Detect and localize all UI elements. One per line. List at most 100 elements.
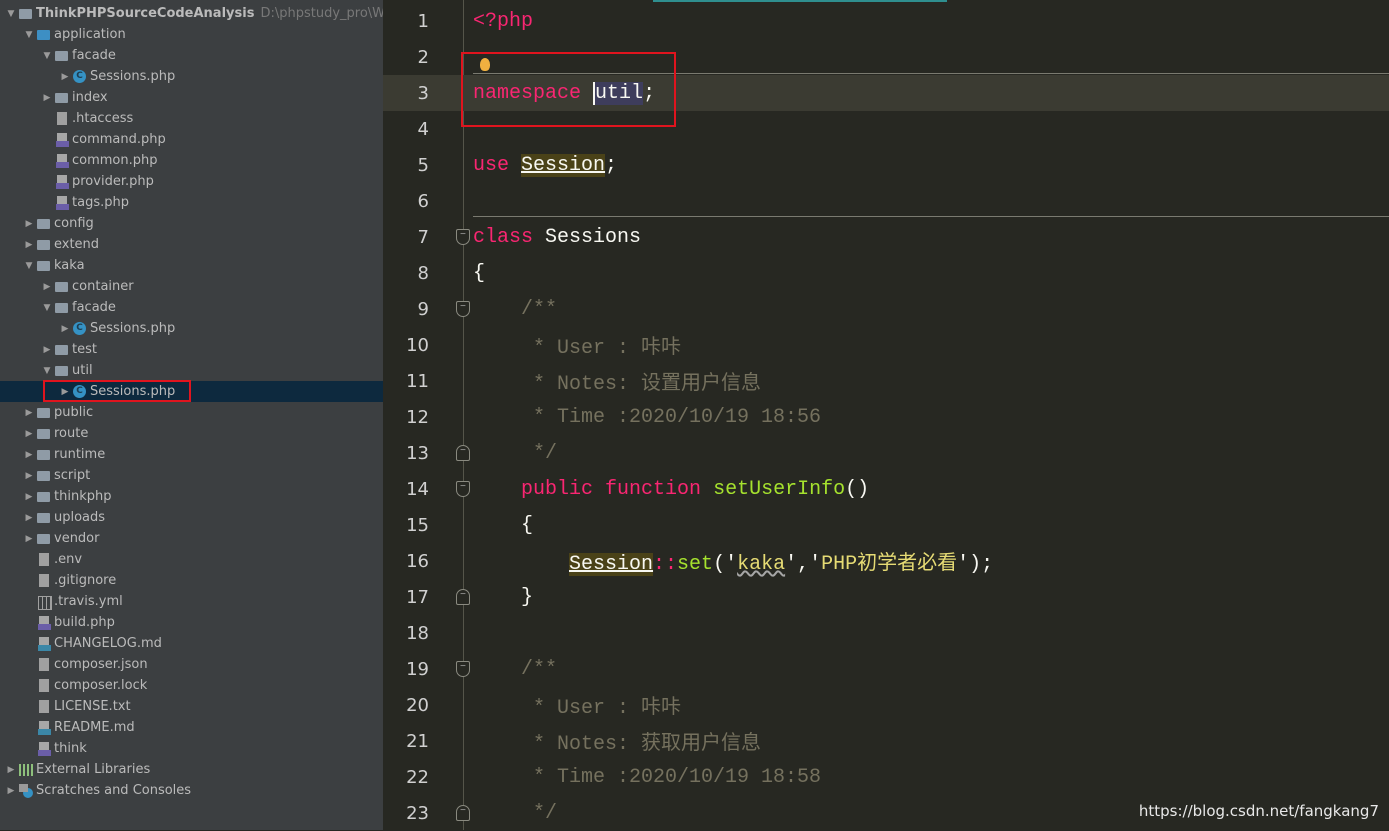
chevron-right-icon[interactable]: ▶ xyxy=(58,66,72,87)
chevron-right-icon[interactable]: ▶ xyxy=(58,318,72,339)
chevron-down-icon[interactable]: ▼ xyxy=(40,360,54,381)
tree-item[interactable]: ▼ application xyxy=(0,24,383,45)
fold-marker-icon[interactable]: − xyxy=(456,301,470,317)
code-line[interactable]: 18 xyxy=(383,615,1389,651)
line-number: 20 xyxy=(406,694,429,716)
code-line[interactable]: 6 xyxy=(383,183,1389,219)
tree-item[interactable]: ▶ runtime xyxy=(0,444,383,465)
chevron-right-icon[interactable]: ▶ xyxy=(22,486,36,507)
chevron-right-icon[interactable]: ▶ xyxy=(22,465,36,486)
tree-item-label: runtime xyxy=(54,447,106,462)
tree-item[interactable]: common.php xyxy=(0,150,383,171)
chevron-right-icon[interactable]: ▶ xyxy=(4,780,18,801)
tree-item[interactable]: ▼ util xyxy=(0,360,383,381)
tree-item-label: LICENSE.txt xyxy=(54,699,131,714)
tree-item[interactable]: ▼ kaka xyxy=(0,255,383,276)
tree-item[interactable]: ▶ script xyxy=(0,465,383,486)
code-line[interactable]: 21 * Notes: 获取用户信息 xyxy=(383,723,1389,759)
chevron-right-icon[interactable]: ▶ xyxy=(40,339,54,360)
chevron-right-icon[interactable]: ▶ xyxy=(22,423,36,444)
php-file-icon xyxy=(54,153,70,168)
code-line[interactable]: 19 /** − xyxy=(383,651,1389,687)
fold-marker-icon[interactable]: − xyxy=(456,229,470,245)
tree-item[interactable]: ▶ Scratches and Consoles xyxy=(0,780,383,801)
chevron-right-icon[interactable]: ▶ xyxy=(40,276,54,297)
tree-item[interactable]: ▶ External Libraries xyxy=(0,759,383,780)
code-line[interactable]: 14 public function setUserInfo() − xyxy=(383,471,1389,507)
chevron-right-icon[interactable]: ▶ xyxy=(22,444,36,465)
tree-item[interactable]: LICENSE.txt xyxy=(0,696,383,717)
tree-item[interactable]: .env xyxy=(0,549,383,570)
line-number: 5 xyxy=(417,154,429,176)
chevron-right-icon[interactable]: ▶ xyxy=(22,402,36,423)
chevron-down-icon[interactable]: ▼ xyxy=(22,24,36,45)
tree-item[interactable]: ▶ container xyxy=(0,276,383,297)
tree-item[interactable]: ▶ extend xyxy=(0,234,383,255)
tree-item[interactable]: build.php xyxy=(0,612,383,633)
fold-marker-icon[interactable]: − xyxy=(456,661,470,677)
code-line[interactable]: 20 * User : 咔咔 xyxy=(383,687,1389,723)
tree-item[interactable]: ▶ config xyxy=(0,213,383,234)
tree-item[interactable]: ▼ facade xyxy=(0,45,383,66)
code-editor[interactable]: 1 <?php 2 3 namespace util; 4 5 use Session; 6 7 c… xyxy=(383,0,1389,830)
php-file-icon xyxy=(36,741,52,756)
code-line[interactable]: 7 class Sessions − xyxy=(383,219,1389,255)
tree-item[interactable]: ▶ vendor xyxy=(0,528,383,549)
fold-marker-icon[interactable]: − xyxy=(456,481,470,497)
chevron-down-icon[interactable]: ▼ xyxy=(40,45,54,66)
tree-item[interactable]: ▶ index xyxy=(0,87,383,108)
tree-item[interactable]: ▶ public xyxy=(0,402,383,423)
chevron-right-icon[interactable]: ▶ xyxy=(22,528,36,549)
code-line[interactable]: 16 Session::set('kaka','PHP初学者必看'); xyxy=(383,543,1389,579)
code-line[interactable]: 15 { xyxy=(383,507,1389,543)
chevron-right-icon[interactable]: ▶ xyxy=(4,759,18,780)
fold-marker-icon[interactable]: − xyxy=(456,589,470,605)
tree-item[interactable]: ▶ uploads xyxy=(0,507,383,528)
code-line[interactable]: 1 <?php xyxy=(383,3,1389,39)
tree-item[interactable]: ▶ route xyxy=(0,423,383,444)
tree-item-label: .gitignore xyxy=(54,573,117,588)
code-line[interactable]: 12 * Time :2020/10/19 18:56 xyxy=(383,399,1389,435)
chevron-right-icon[interactable]: ▶ xyxy=(40,87,54,108)
tree-item[interactable]: provider.php xyxy=(0,171,383,192)
code-line[interactable]: 17 } − xyxy=(383,579,1389,615)
tree-item[interactable]: command.php xyxy=(0,129,383,150)
tree-item[interactable]: README.md xyxy=(0,717,383,738)
chevron-right-icon[interactable]: ▶ xyxy=(22,507,36,528)
chevron-down-icon[interactable]: ▼ xyxy=(40,297,54,318)
tree-item[interactable]: composer.json xyxy=(0,654,383,675)
code-line[interactable]: 13 */− xyxy=(383,435,1389,471)
code-line[interactable]: 10 * User : 咔咔 xyxy=(383,327,1389,363)
chevron-down-icon[interactable]: ▼ xyxy=(4,3,18,24)
code-token: (' xyxy=(713,553,738,576)
tree-item[interactable]: composer.lock xyxy=(0,675,383,696)
tree-item[interactable]: CHANGELOG.md xyxy=(0,633,383,654)
code-line[interactable]: 8{ xyxy=(383,255,1389,291)
code-line[interactable]: 5 use Session; xyxy=(383,147,1389,183)
fold-marker-icon[interactable]: − xyxy=(456,445,470,461)
code-text: use Session; xyxy=(473,153,617,177)
tree-item[interactable]: ▼ ThinkPHPSourceCodeAnalysis D:\phpstudy_p… xyxy=(0,3,383,24)
tree-item[interactable]: .htaccess xyxy=(0,108,383,129)
tree-item[interactable]: tags.php xyxy=(0,192,383,213)
tree-item[interactable]: think xyxy=(0,738,383,759)
code-line[interactable]: 11 * Notes: 设置用户信息 xyxy=(383,363,1389,399)
chevron-right-icon[interactable]: ▶ xyxy=(22,213,36,234)
chevron-down-icon[interactable]: ▼ xyxy=(22,255,36,276)
tree-item[interactable]: ▶ thinkphp xyxy=(0,486,383,507)
tree-item[interactable]: ▶ test xyxy=(0,339,383,360)
code-line[interactable]: 22 * Time :2020/10/19 18:58 xyxy=(383,759,1389,795)
tree-item-label: think xyxy=(54,741,87,756)
tree-item[interactable]: .travis.yml xyxy=(0,591,383,612)
chevron-right-icon[interactable]: ▶ xyxy=(22,234,36,255)
code-text: { xyxy=(473,262,485,285)
code-line[interactable]: 9 /** − xyxy=(383,291,1389,327)
tree-item[interactable]: .gitignore xyxy=(0,570,383,591)
tree-item[interactable]: ▼ facade xyxy=(0,297,383,318)
php-file-icon xyxy=(54,132,70,147)
tree-item[interactable]: ▶ Sessions.php xyxy=(0,66,383,87)
fold-marker-icon[interactable]: − xyxy=(456,805,470,821)
tree-item[interactable]: ▶ Sessions.php xyxy=(0,318,383,339)
